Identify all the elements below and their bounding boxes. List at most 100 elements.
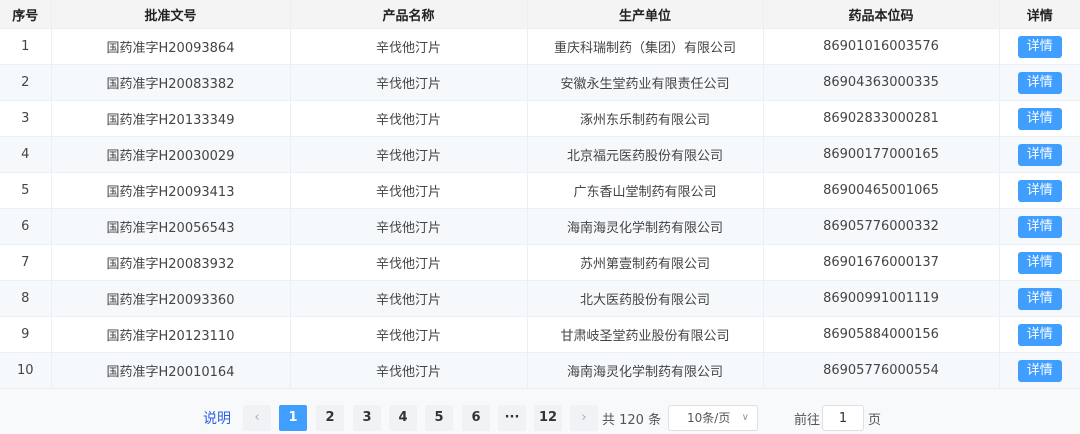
table-row: 8 国药准字H20093360 辛伐他汀片 北大医药股份有限公司 86900991001…	[0, 280, 1080, 317]
goto-label: 前往	[794, 413, 821, 428]
chevron-left-icon: ‹	[254, 410, 260, 425]
cell-manufacturer: 海南海灵化学制药有限公司	[527, 352, 764, 389]
drug-list-page: 序号 批准文号 产品名称 生产单位 药品本位码 详情 1 国药准字H2009386…	[0, 0, 1080, 434]
cell-drug-code: 86905884000156	[763, 316, 1000, 353]
header-manufacturer: 生产单位	[527, 0, 764, 29]
cell-detail: 详情	[999, 136, 1080, 173]
cell-detail: 详情	[999, 100, 1080, 137]
page-number-button[interactable]: 5	[425, 405, 453, 431]
table-row: 9 国药准字H20123110 辛伐他汀片 甘肃岐圣堂药业股份有限公司 86905884…	[0, 316, 1080, 353]
header-detail: 详情	[999, 0, 1080, 29]
cell-detail: 详情	[999, 316, 1080, 353]
cell-product-name: 辛伐他汀片	[290, 172, 528, 209]
page-size-select[interactable]: 10条/页 ∨	[668, 405, 758, 431]
cell-product-name: 辛伐他汀片	[290, 28, 528, 65]
detail-button[interactable]: 详情	[1017, 287, 1062, 310]
cell-drug-code: 86901676000137	[763, 244, 1000, 281]
page-number-button[interactable]: 3	[353, 405, 381, 431]
cell-product-name: 辛伐他汀片	[290, 64, 528, 101]
cell-manufacturer: 广东香山堂制药有限公司	[527, 172, 764, 209]
cell-detail: 详情	[999, 244, 1080, 281]
cell-manufacturer: 北京福元医药股份有限公司	[527, 136, 764, 173]
total-count: 共 120 条	[602, 413, 662, 428]
cell-detail: 详情	[999, 64, 1080, 101]
page-number-button[interactable]: 12	[534, 405, 562, 431]
cell-index: 1	[0, 28, 52, 65]
cell-manufacturer: 重庆科瑞制药（集团）有限公司	[527, 28, 764, 65]
cell-product-name: 辛伐他汀片	[290, 352, 528, 389]
page-number-button[interactable]: 4	[389, 405, 417, 431]
cell-drug-code: 86905776000332	[763, 208, 1000, 245]
next-page-button[interactable]: ›	[570, 405, 598, 431]
page-number-button[interactable]: 2	[316, 405, 344, 431]
cell-detail: 详情	[999, 352, 1080, 389]
cell-index: 10	[0, 352, 52, 389]
table-row: 4 国药准字H20030029 辛伐他汀片 北京福元医药股份有限公司 869001770…	[0, 136, 1080, 173]
table-row: 5 国药准字H20093413 辛伐他汀片 广东香山堂制药有限公司 8690046500…	[0, 172, 1080, 209]
table-row: 7 国药准字H20083932 辛伐他汀片 苏州第壹制药有限公司 86901676000…	[0, 244, 1080, 281]
cell-index: 3	[0, 100, 52, 137]
pagination: 说明 ‹ 123456···12 › 共 120 条 10条/页 ∨ 前往 页	[0, 405, 1080, 431]
table-row: 2 国药准字H20083382 辛伐他汀片 安徽永生堂药业有限责任公司 86904363…	[0, 64, 1080, 101]
page-ellipsis[interactable]: ···	[498, 405, 526, 431]
cell-detail: 详情	[999, 172, 1080, 209]
cell-drug-code: 86901016003576	[763, 28, 1000, 65]
cell-product-name: 辛伐他汀片	[290, 244, 528, 281]
table-header-row: 序号 批准文号 产品名称 生产单位 药品本位码 详情	[0, 0, 1080, 29]
detail-button[interactable]: 详情	[1017, 71, 1062, 94]
detail-button[interactable]: 详情	[1017, 179, 1062, 202]
detail-button[interactable]: 详情	[1017, 35, 1062, 58]
page-number-button[interactable]: 1	[279, 405, 307, 431]
cell-detail: 详情	[999, 280, 1080, 317]
cell-approval-number: 国药准字H20123110	[51, 316, 291, 353]
cell-approval-number: 国药准字H20083382	[51, 64, 291, 101]
cell-index: 2	[0, 64, 52, 101]
header-drug-code: 药品本位码	[763, 0, 1000, 29]
detail-button[interactable]: 详情	[1017, 251, 1062, 274]
cell-product-name: 辛伐他汀片	[290, 316, 528, 353]
cell-manufacturer: 甘肃岐圣堂药业股份有限公司	[527, 316, 764, 353]
cell-drug-code: 86905776000554	[763, 352, 1000, 389]
table-row: 6 国药准字H20056543 辛伐他汀片 海南海灵化学制药有限公司 869057760…	[0, 208, 1080, 245]
header-approval-number: 批准文号	[51, 0, 291, 29]
prev-page-button[interactable]: ‹	[243, 405, 271, 431]
table-row: 10 国药准字H20010164 辛伐他汀片 海南海灵化学制药有限公司 86905776…	[0, 352, 1080, 389]
cell-index: 7	[0, 244, 52, 281]
detail-button[interactable]: 详情	[1017, 143, 1062, 166]
cell-manufacturer: 安徽永生堂药业有限责任公司	[527, 64, 764, 101]
cell-drug-code: 86902833000281	[763, 100, 1000, 137]
goto-page-input[interactable]	[822, 405, 864, 431]
cell-approval-number: 国药准字H20056543	[51, 208, 291, 245]
detail-button[interactable]: 详情	[1017, 359, 1062, 382]
cell-product-name: 辛伐他汀片	[290, 208, 528, 245]
cell-detail: 详情	[999, 28, 1080, 65]
cell-index: 8	[0, 280, 52, 317]
cell-manufacturer: 涿州东乐制药有限公司	[527, 100, 764, 137]
drug-table: 序号 批准文号 产品名称 生产单位 药品本位码 详情 1 国药准字H2009386…	[0, 0, 1080, 389]
table-row: 1 国药准字H20093864 辛伐他汀片 重庆科瑞制药（集团）有限公司 8690101…	[0, 28, 1080, 65]
cell-drug-code: 86900991001119	[763, 280, 1000, 317]
cell-index: 6	[0, 208, 52, 245]
detail-button[interactable]: 详情	[1017, 215, 1062, 238]
cell-drug-code: 86904363000335	[763, 64, 1000, 101]
chevron-down-icon: ∨	[741, 412, 749, 423]
cell-product-name: 辛伐他汀片	[290, 100, 528, 137]
table-row: 3 国药准字H20133349 辛伐他汀片 涿州东乐制药有限公司 86902833000…	[0, 100, 1080, 137]
cell-detail: 详情	[999, 208, 1080, 245]
cell-approval-number: 国药准字H20010164	[51, 352, 291, 389]
cell-approval-number: 国药准字H20030029	[51, 136, 291, 173]
cell-approval-number: 国药准字H20093413	[51, 172, 291, 209]
detail-button[interactable]: 详情	[1017, 323, 1062, 346]
cell-product-name: 辛伐他汀片	[290, 280, 528, 317]
note-link[interactable]: 说明	[203, 408, 231, 428]
table-body: 1 国药准字H20093864 辛伐他汀片 重庆科瑞制药（集团）有限公司 8690101…	[0, 28, 1080, 389]
header-product-name: 产品名称	[290, 0, 528, 29]
chevron-right-icon: ›	[581, 410, 587, 425]
cell-approval-number: 国药准字H20133349	[51, 100, 291, 137]
detail-button[interactable]: 详情	[1017, 107, 1062, 130]
cell-drug-code: 86900177000165	[763, 136, 1000, 173]
page-size-value: 10条/页	[687, 411, 731, 425]
cell-manufacturer: 海南海灵化学制药有限公司	[527, 208, 764, 245]
cell-drug-code: 86900465001065	[763, 172, 1000, 209]
page-number-button[interactable]: 6	[462, 405, 490, 431]
